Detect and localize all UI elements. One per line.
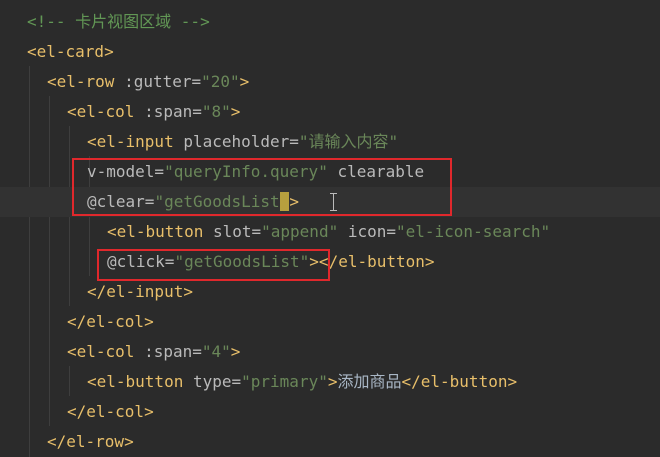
code-line-5[interactable]: <el-input placeholder="请输入内容" (0, 127, 660, 157)
tag-token: <el-row (47, 72, 125, 91)
tag-token: </el-button> (401, 372, 518, 391)
attribute-token: @click= (107, 252, 175, 271)
tag-token: </el-row> (47, 432, 134, 451)
code-line-6[interactable]: v-model="queryInfo.query" clearable (0, 157, 660, 187)
code-content: <el-button slot="append" icon="el-icon-s… (107, 217, 550, 247)
code-line-3[interactable]: <el-row :gutter="20"> (0, 67, 660, 97)
code-content: @clear="getGoodsList"> (87, 187, 299, 217)
string-token: "4" (201, 342, 231, 361)
string-token: "8" (201, 102, 231, 121)
code-line-15[interactable]: </el-row> (0, 427, 660, 457)
string-token: "getGoodsList" (174, 252, 310, 271)
text-content-token: 添加商品 (337, 372, 402, 391)
code-line-11[interactable]: </el-col> (0, 307, 660, 337)
attribute-token: :span= (144, 102, 202, 121)
code-content: <el-row :gutter="20"> (47, 67, 249, 97)
code-content: <el-col :span="4"> (67, 337, 240, 367)
string-token: "queryInfo.query" (164, 162, 328, 181)
attribute-token: clearable (327, 162, 425, 181)
tag-token: <el-button (107, 222, 213, 241)
string-token: "请输入内容" (298, 132, 399, 151)
attribute-token: placeholder= (183, 132, 299, 151)
code-line-2[interactable]: <el-card> (0, 37, 660, 67)
code-editor[interactable]: <!-- 卡片视图区域 --> <el-card> <el-row :gutte… (0, 0, 660, 457)
code-content: @click="getGoodsList"></el-button> (107, 247, 435, 277)
string-token: "el-icon-search" (396, 222, 551, 241)
code-line-8[interactable]: <el-button slot="append" icon="el-icon-s… (0, 217, 660, 247)
code-line-12[interactable]: <el-col :span="4"> (0, 337, 660, 367)
code-content: v-model="queryInfo.query" clearable (87, 157, 424, 187)
tag-token: > (230, 102, 241, 121)
tag-token: > (230, 342, 241, 361)
attribute-token: v-model= (87, 162, 165, 181)
code-line-4[interactable]: <el-col :span="8"> (0, 97, 660, 127)
tag-token: ></el-button> (309, 252, 435, 271)
string-token: "append" (261, 222, 339, 241)
code-content: <el-col :span="8"> (67, 97, 240, 127)
code-line-9[interactable]: @click="getGoodsList"></el-button> (0, 247, 660, 277)
tag-token: </el-col> (67, 402, 154, 421)
tag-token: <el-input (87, 132, 184, 151)
code-content: <el-input placeholder="请输入内容" (87, 127, 398, 157)
string-token: "primary" (241, 372, 328, 391)
attribute-token: :span= (144, 342, 202, 361)
attribute-token: @clear= (87, 192, 155, 211)
tag-token: > (239, 72, 250, 91)
code-line-13[interactable]: <el-button type="primary">添加商品</el-butto… (0, 367, 660, 397)
attribute-token: slot= (212, 222, 262, 241)
attribute-token: :gutter= (124, 72, 202, 91)
comment-token: <!-- 卡片视图区域 --> (27, 12, 210, 31)
tag-token: <el-col (67, 102, 145, 121)
code-line-10[interactable]: </el-input> (0, 277, 660, 307)
tag-token: > (289, 192, 299, 211)
tag-token: </el-col> (67, 312, 154, 331)
attribute-token: type= (192, 372, 242, 391)
code-line-14[interactable]: </el-col> (0, 397, 660, 427)
tag-token: </el-input> (87, 282, 193, 301)
tag-token: <el-card> (27, 42, 114, 61)
bracket-match-highlight: " (279, 192, 290, 211)
string-token: "20" (201, 72, 240, 91)
attribute-token: icon= (338, 222, 396, 241)
tag-token: <el-button (87, 372, 193, 391)
string-token: "getGoodsList (154, 192, 280, 211)
code-line-1[interactable]: <!-- 卡片视图区域 --> (0, 7, 660, 37)
tag-token: <el-col (67, 342, 145, 361)
code-content: <el-button type="primary">添加商品</el-butto… (87, 367, 517, 397)
i-beam-icon (330, 193, 338, 211)
